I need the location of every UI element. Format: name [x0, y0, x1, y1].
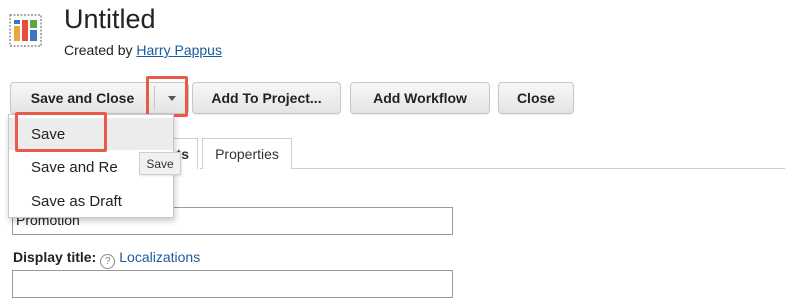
tab-properties-label: Properties [215, 146, 279, 162]
page-title: Untitled [64, 4, 156, 34]
author-link[interactable]: Harry Pappus [136, 42, 222, 58]
dashboard-report-icon [9, 14, 42, 47]
add-to-project-button[interactable]: Add To Project... [192, 82, 341, 114]
save-tooltip: Save [139, 152, 181, 175]
question-mark-icon[interactable]: ? [100, 254, 116, 269]
menu-item-save-as-draft[interactable]: Save as Draft [9, 185, 173, 217]
created-by-line: Created by Harry Pappus [64, 42, 222, 58]
save-and-close-button[interactable]: Save and Close [11, 83, 154, 113]
created-by-prefix: Created by [64, 42, 133, 58]
highlight-save-item [15, 112, 107, 152]
localizations-link[interactable]: Localizations [119, 249, 200, 265]
add-workflow-button[interactable]: Add Workflow [350, 82, 490, 114]
display-title-input[interactable] [12, 270, 453, 298]
menu-item-save-as-draft-label: Save as Draft [31, 192, 122, 210]
menu-item-save-and-review-label: Save and Re [31, 158, 118, 176]
display-title-label: Display title: [13, 249, 97, 265]
close-button[interactable]: Close [498, 82, 574, 114]
highlight-dropdown-arrow [146, 76, 188, 117]
tab-properties[interactable]: Properties [202, 138, 292, 169]
display-title-label-row: Display title:? Localizations [13, 249, 200, 269]
